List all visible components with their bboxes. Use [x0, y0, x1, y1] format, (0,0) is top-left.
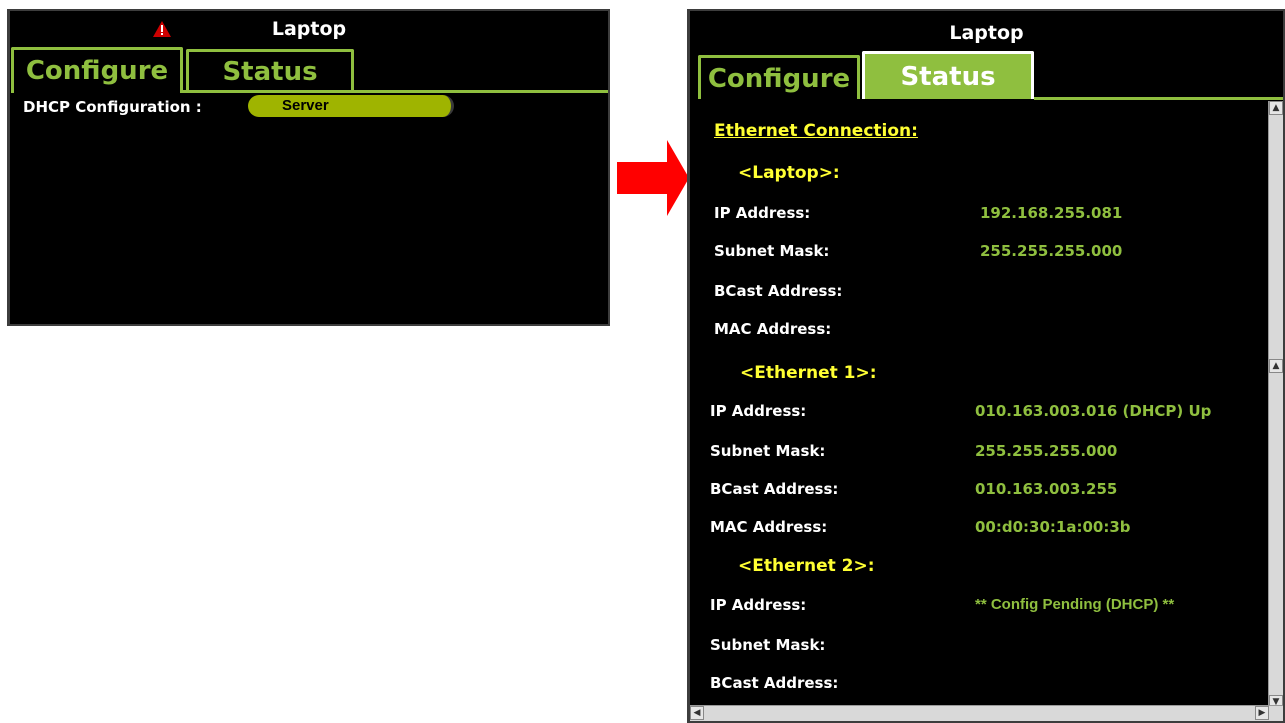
tab-configure[interactable]: Configure — [698, 55, 860, 99]
laptop-mask-value: 255.255.255.000 — [980, 242, 1123, 260]
window-title: Laptop — [271, 18, 347, 40]
laptop-header: <Laptop>: — [738, 163, 840, 183]
ethernet1-mac-value: 00:d0:30:1a:00:3b — [975, 518, 1131, 536]
scroll-right-icon[interactable]: ▶ — [1255, 706, 1269, 720]
ethernet1-mac-label: MAC Address: — [710, 518, 828, 536]
horizontal-scrollbar[interactable]: ◀ ▶ — [690, 705, 1283, 721]
ethernet1-mask-value: 255.255.255.000 — [975, 442, 1118, 460]
scroll-up-icon[interactable]: ▲ — [1269, 359, 1283, 373]
ethernet1-ip-value: 010.163.003.016 (DHCP) Up — [975, 402, 1212, 420]
laptop-ip-label: IP Address: — [714, 204, 811, 222]
laptop-mac-label: MAC Address: — [714, 320, 832, 338]
scroll-up-icon[interactable]: ▲ — [1269, 101, 1283, 115]
tab-status[interactable]: Status — [862, 51, 1034, 99]
ethernet1-mask-label: Subnet Mask: — [710, 442, 826, 460]
dhcp-configuration-label: DHCP Configuration : — [23, 98, 202, 116]
ethernet2-ip-label: IP Address: — [710, 596, 807, 614]
window-title: Laptop — [949, 22, 1024, 44]
ethernet2-ip-value: ** Config Pending (DHCP) ** — [975, 596, 1175, 613]
scroll-left-icon[interactable]: ◀ — [690, 706, 704, 720]
ethernet1-header: <Ethernet 1>: — [740, 363, 877, 383]
configure-panel: Laptop Configure Status DHCP Configurati… — [7, 9, 610, 326]
tab-status[interactable]: Status — [186, 49, 354, 93]
vertical-scrollbar[interactable]: ▲ ▲ ▼ — [1268, 101, 1283, 709]
dhcp-configuration-select[interactable]: Server — [248, 95, 454, 117]
warning-icon — [153, 21, 171, 37]
ethernet2-bcast-label: BCast Address: — [710, 674, 839, 692]
status-panel: Laptop Configure Status Ethernet Connect… — [687, 9, 1285, 723]
laptop-mask-label: Subnet Mask: — [714, 242, 830, 260]
ethernet2-mask-label: Subnet Mask: — [710, 636, 826, 654]
tab-underline — [1034, 97, 1283, 100]
ethernet2-header: <Ethernet 2>: — [738, 556, 875, 576]
ethernet1-bcast-label: BCast Address: — [710, 480, 839, 498]
ethernet1-ip-label: IP Address: — [710, 402, 807, 420]
laptop-bcast-label: BCast Address: — [714, 282, 843, 300]
section-title: Ethernet Connection: — [714, 121, 918, 141]
right-arrow-icon — [617, 140, 689, 216]
ethernet1-bcast-value: 010.163.003.255 — [975, 480, 1118, 498]
tab-configure[interactable]: Configure — [11, 47, 183, 93]
laptop-ip-value: 192.168.255.081 — [980, 204, 1123, 222]
tab-underline — [183, 90, 608, 93]
